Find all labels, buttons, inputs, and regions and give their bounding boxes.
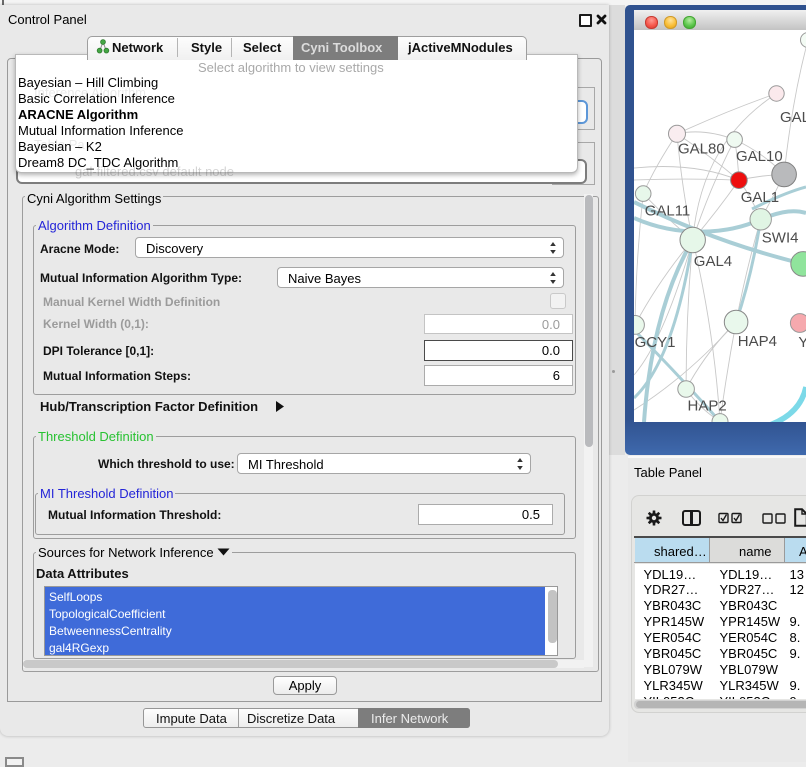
svg-text:GAL10: GAL10 xyxy=(736,148,783,165)
svg-text:GAL80: GAL80 xyxy=(678,141,725,158)
svg-text:GCY1: GCY1 xyxy=(635,334,676,351)
svg-text:GAL11: GAL11 xyxy=(645,203,691,220)
svg-text:HAP2: HAP2 xyxy=(688,398,727,415)
svg-text:GAL1: GAL1 xyxy=(741,189,779,206)
svg-text:Y: Y xyxy=(798,334,806,351)
svg-text:HAP4: HAP4 xyxy=(738,333,777,350)
svg-text:GAL4: GAL4 xyxy=(694,253,732,270)
svg-text:SWI4: SWI4 xyxy=(762,229,799,246)
svg-text:GAL7: GAL7 xyxy=(780,109,806,126)
